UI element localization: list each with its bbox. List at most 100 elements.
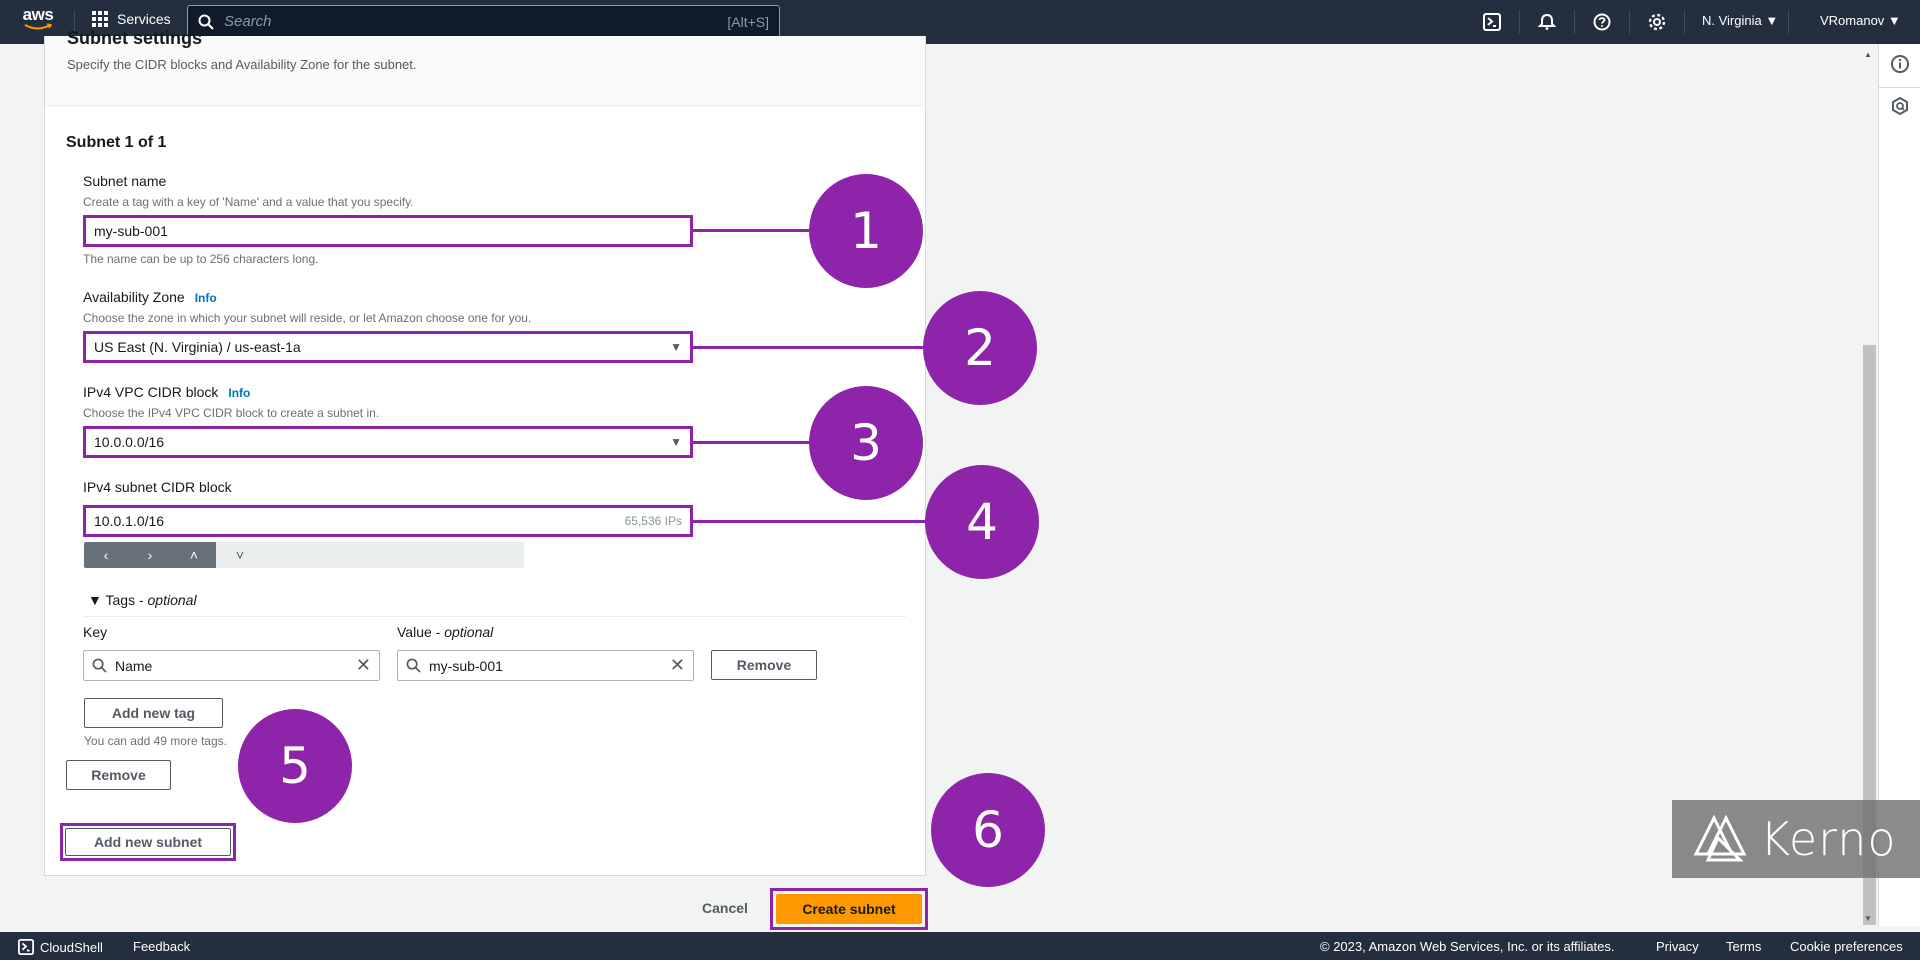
copyright-text: © 2023, Amazon Web Services, Inc. or its… [1320, 939, 1615, 954]
vpc-cidr-value: 10.0.0.0/16 [94, 434, 165, 450]
availability-zone-hint: Choose the zone in which your subnet wil… [83, 311, 532, 325]
feedback-link[interactable]: Feedback [133, 939, 190, 954]
search-placeholder: Search [224, 13, 272, 30]
caret-down-icon: ▼ [88, 592, 106, 608]
tag-value-optional-label: optional [444, 624, 494, 640]
add-new-subnet-button[interactable]: Add new subnet [65, 828, 231, 856]
availability-zone-value: US East (N. Virginia) / us-east-1a [94, 339, 301, 355]
tag-key-input[interactable]: Name ✕ [83, 650, 380, 681]
remove-tag-button[interactable]: Remove [711, 650, 817, 680]
help-icon[interactable] [1590, 10, 1614, 34]
add-new-tag-button[interactable]: Add new tag [84, 698, 223, 728]
vpc-cidr-info-link[interactable]: Info [228, 386, 250, 400]
nav-divider [1519, 10, 1520, 34]
terms-link[interactable]: Terms [1726, 939, 1761, 954]
callout-line [693, 229, 813, 232]
tags-label: Tags - [105, 592, 148, 608]
clear-icon[interactable]: ✕ [356, 655, 371, 676]
kerno-logo-icon [1693, 814, 1747, 862]
subnet-name-value: my-sub-001 [94, 223, 168, 239]
availability-zone-info-link[interactable]: Info [195, 291, 217, 305]
callout-line [693, 346, 927, 349]
tags-divider [84, 616, 906, 617]
cookie-preferences-link[interactable]: Cookie preferences [1790, 939, 1903, 954]
vpc-cidr-label: IPv4 VPC CIDR block [83, 384, 219, 400]
availability-zone-select[interactable]: US East (N. Virginia) / us-east-1a ▼ [83, 331, 693, 363]
bell-icon[interactable] [1535, 10, 1559, 34]
availability-zone-label: Availability Zone [83, 289, 185, 305]
tag-value-input[interactable]: my-sub-001 ✕ [397, 650, 694, 681]
tags-optional-label: optional [147, 592, 197, 608]
callout-badge: 1 [809, 174, 923, 288]
subnet-cidr-input[interactable]: 10.0.1.0/16 65,536 IPs [83, 505, 693, 537]
nav-divider [1684, 10, 1685, 34]
tags-remaining-hint: You can add 49 more tags. [84, 734, 227, 748]
nav-divider [1629, 10, 1630, 34]
subnet-name-label: Subnet name [83, 173, 167, 189]
search-shortcut: [Alt+S] [727, 13, 769, 30]
remove-subnet-button[interactable]: Remove [66, 760, 171, 790]
search-input[interactable]: Search [Alt+S] [187, 5, 780, 38]
tag-value-header: Value - optional [397, 624, 493, 640]
callout-badge: 4 [925, 465, 1039, 579]
subnet-cidr-ip-count: 65,536 IPs [624, 514, 682, 528]
info-icon[interactable] [1890, 54, 1910, 74]
cloudshell-label: CloudShell [40, 939, 103, 955]
scroll-down-arrow[interactable]: ▼ [1864, 914, 1872, 923]
tag-key-header: Key [83, 624, 108, 640]
services-label: Services [117, 11, 171, 27]
clear-icon[interactable]: ✕ [670, 655, 685, 676]
cidr-increase-button[interactable]: ˄ [172, 547, 216, 563]
subnet-settings-header: Subnet settings Specify the CIDR blocks … [44, 28, 926, 106]
subnet-cidr-label: IPv4 subnet CIDR block [83, 479, 232, 495]
callout-badge: 6 [931, 773, 1045, 887]
subnet-name-field[interactable]: my-sub-001 [83, 215, 693, 247]
subnet-name-hint: Create a tag with a key of 'Name' and a … [83, 195, 414, 209]
subnet-name-constraint: The name can be up to 256 characters lon… [83, 252, 319, 266]
search-icon [406, 658, 421, 673]
aws-smile-icon [24, 23, 53, 30]
user-menu[interactable]: VRomanov ▼ [1820, 13, 1901, 28]
tag-value-header-text: Value - [397, 624, 445, 640]
section-title: Subnet settings [67, 28, 203, 48]
cloudshell-button[interactable]: CloudShell [18, 939, 103, 955]
services-menu-button[interactable]: Services [92, 11, 171, 27]
resource-hexagon-icon[interactable] [1890, 96, 1910, 116]
caret-down-icon: ▼ [670, 435, 682, 449]
rail-divider [1879, 87, 1920, 88]
create-subnet-button[interactable]: Create subnet [776, 894, 922, 924]
vpc-cidr-label-row: IPv4 VPC CIDR block Info [83, 384, 250, 402]
caret-down-icon: ▼ [670, 340, 682, 354]
footer: CloudShell Feedback © 2023, Amazon Web S… [0, 932, 1920, 960]
availability-zone-label-row: Availability Zone Info [83, 289, 217, 307]
tag-key-value: Name [115, 657, 153, 674]
callout-badge: 5 [238, 709, 352, 823]
tag-value-value: my-sub-001 [429, 657, 503, 674]
gear-icon[interactable] [1645, 10, 1669, 34]
cloudshell-icon[interactable] [1480, 10, 1504, 34]
search-icon [92, 658, 107, 673]
subnet-cidr-value: 10.0.1.0/16 [94, 513, 165, 529]
callout-line [693, 441, 813, 444]
subnet-title: Subnet 1 of 1 [66, 134, 167, 151]
cloudshell-icon [18, 939, 34, 955]
tags-expander[interactable]: ▼ Tags - optional [88, 592, 197, 608]
callout-line [693, 520, 927, 523]
cidr-prev-button[interactable]: ‹ [84, 547, 128, 563]
region-selector[interactable]: N. Virginia ▼ [1702, 13, 1778, 28]
aws-logo[interactable]: aws [20, 6, 56, 36]
kerno-wordmark: Kerno [1760, 812, 1897, 866]
scroll-up-arrow[interactable]: ▲ [1864, 50, 1872, 59]
kerno-watermark: Kerno [1672, 800, 1920, 878]
cidr-decrease-button[interactable]: ˅ [220, 542, 260, 568]
nav-divider [1788, 10, 1789, 34]
cancel-button[interactable]: Cancel [702, 900, 748, 916]
aws-logo-text: aws [22, 5, 54, 24]
cidr-next-button[interactable]: › [128, 547, 172, 563]
cidr-stepper: ‹ › ˄ ˅ [84, 542, 524, 568]
vpc-cidr-hint: Choose the IPv4 VPC CIDR block to create… [83, 406, 380, 420]
privacy-link[interactable]: Privacy [1656, 939, 1699, 954]
callout-badge: 2 [923, 291, 1037, 405]
section-description: Specify the CIDR blocks and Availability… [67, 57, 417, 72]
vpc-cidr-select[interactable]: 10.0.0.0/16 ▼ [83, 426, 693, 458]
